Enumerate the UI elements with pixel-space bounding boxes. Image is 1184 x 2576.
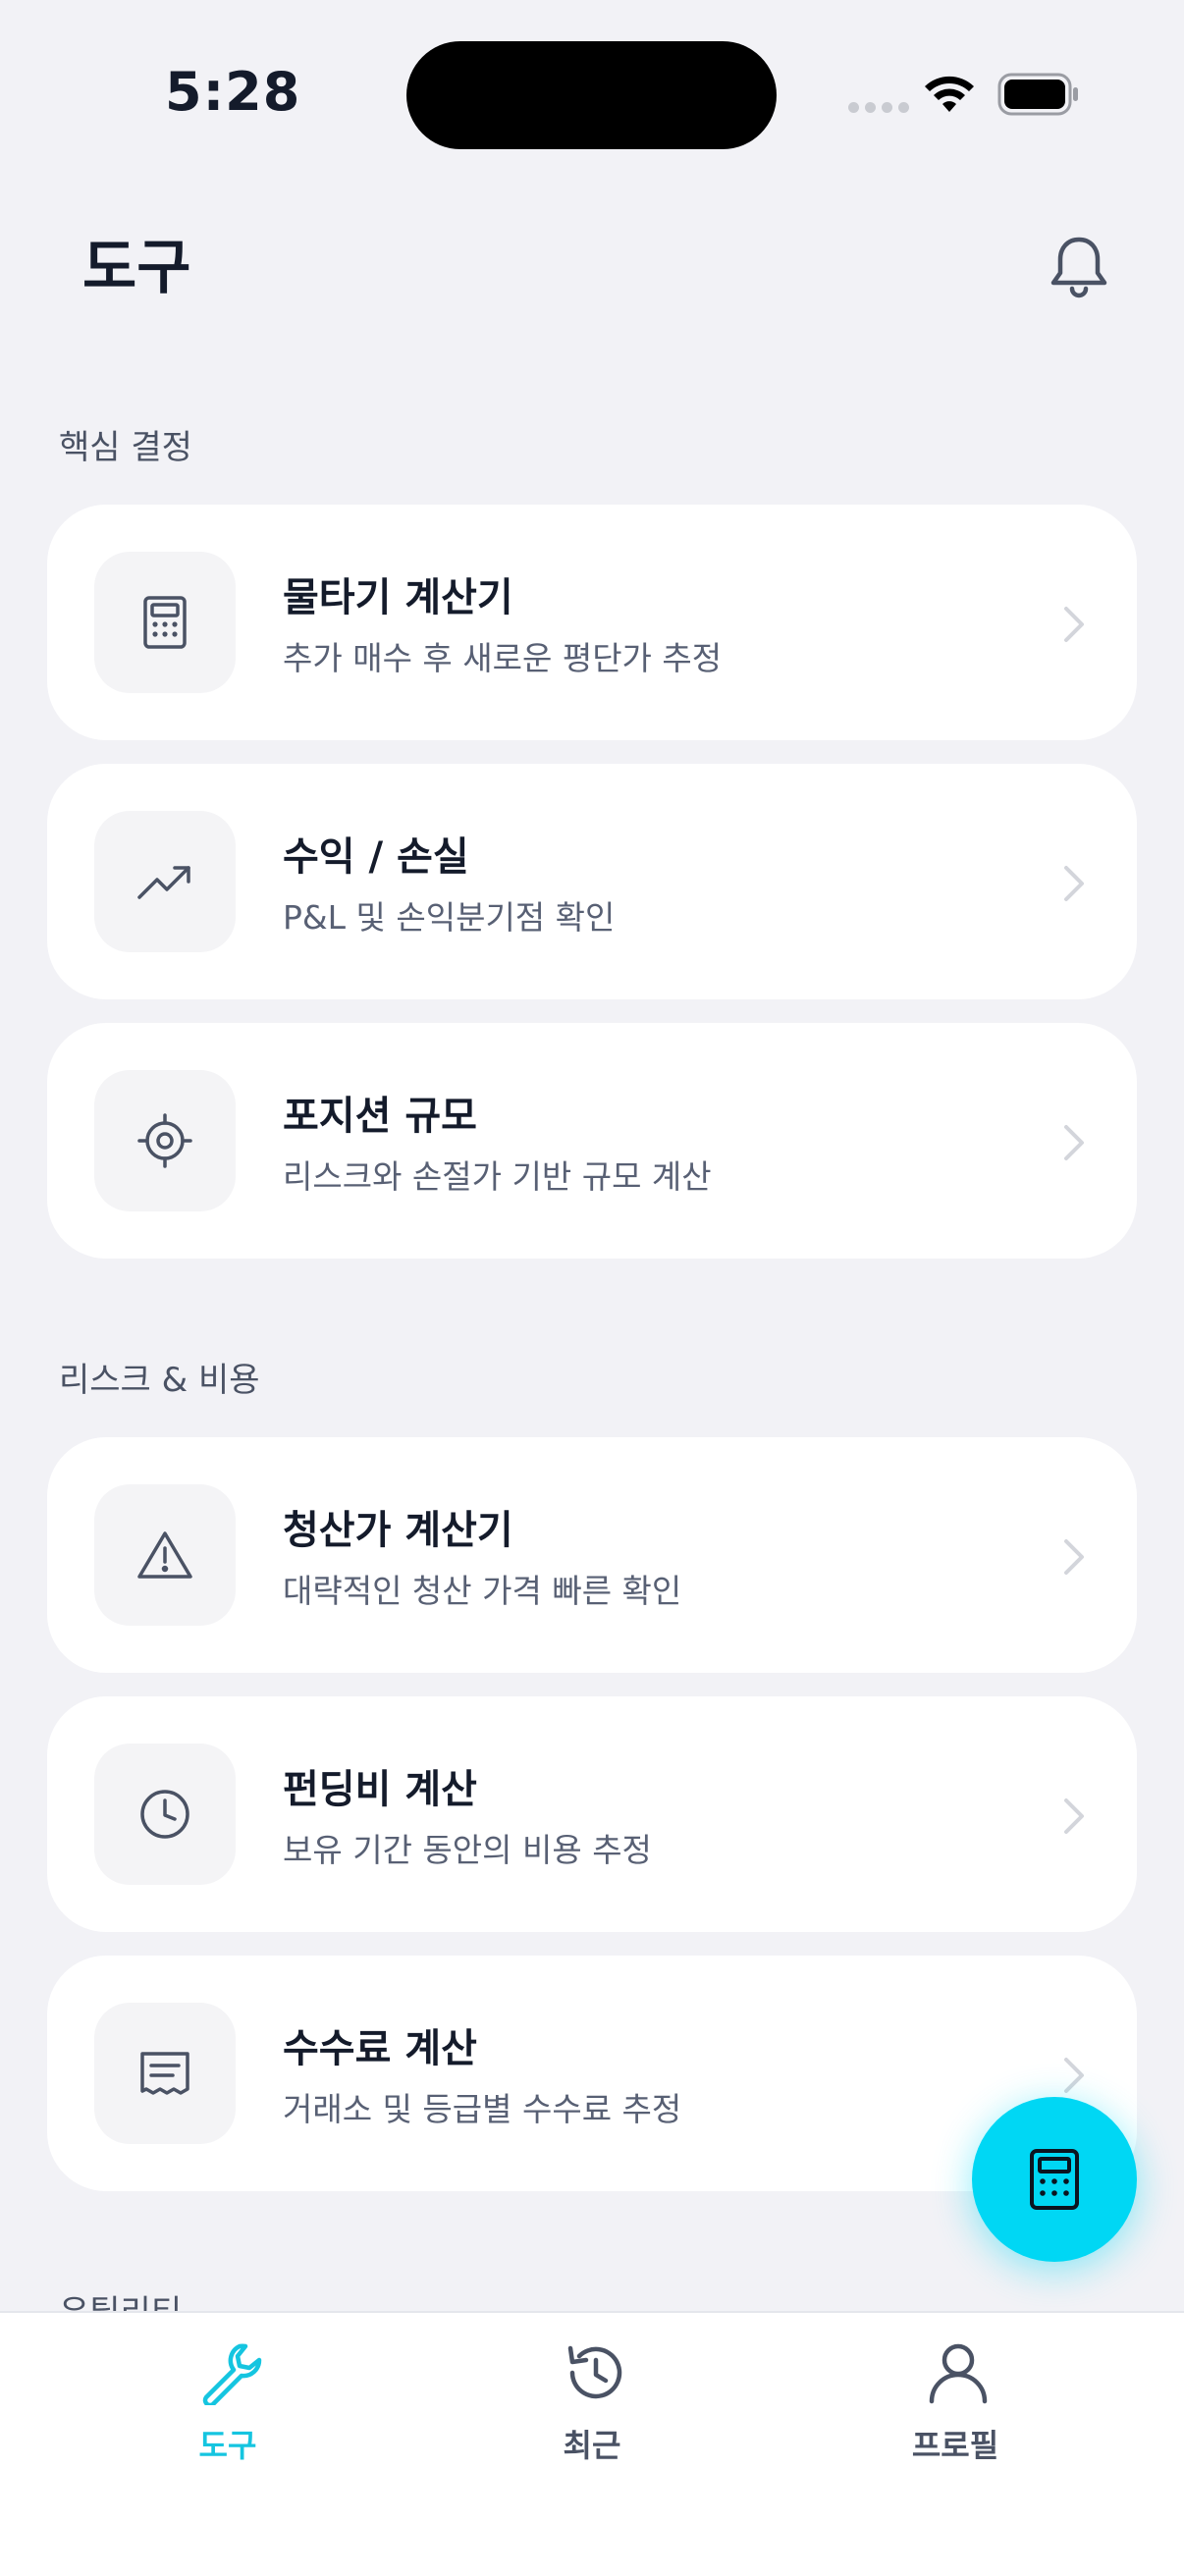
tool-title: 물타기 계산기 xyxy=(283,575,513,620)
tab-tools[interactable]: 도구 xyxy=(110,2340,346,2468)
trending-up-icon xyxy=(137,866,190,899)
tab-recent[interactable]: 최근 xyxy=(474,2340,710,2468)
tool-title: 수익 / 손실 xyxy=(283,834,469,880)
tool-subtitle: 거래소 및 등급별 수수료 추정 xyxy=(283,2090,682,2128)
wifi-icon xyxy=(925,76,974,112)
section-label-risk-cost: 리스크 & 비용 xyxy=(59,1361,260,1400)
tool-card-position-size[interactable]: 포지션 규모 리스크와 손절가 기반 규모 계산 xyxy=(47,1023,1137,1259)
chevron-right-icon xyxy=(1064,1539,1084,1575)
tool-card-profit-loss[interactable]: 수익 / 손실 P&L 및 손익분기점 확인 xyxy=(47,764,1137,999)
history-icon xyxy=(567,2345,622,2399)
tool-icon-box xyxy=(94,2003,236,2144)
chevron-right-icon xyxy=(1064,2058,1084,2093)
tool-icon-box xyxy=(94,552,236,693)
crosshair-icon xyxy=(137,1113,192,1168)
tool-subtitle: 대략적인 청산 가격 빠른 확인 xyxy=(283,1572,682,1610)
quick-calculator-fab[interactable] xyxy=(972,2097,1137,2262)
chevron-right-icon xyxy=(1064,1798,1084,1834)
tool-card-liquidation-calculator[interactable]: 청산가 계산기 대략적인 청산 가격 빠른 확인 xyxy=(47,1437,1137,1673)
tab-profile[interactable]: 프로필 xyxy=(837,2340,1073,2468)
status-time: 5:28 xyxy=(165,61,301,123)
tool-subtitle: 추가 매수 후 새로운 평단가 추정 xyxy=(283,639,723,677)
tool-card-funding-fee[interactable]: 펀딩비 계산 보유 기간 동안의 비용 추정 xyxy=(47,1696,1137,1932)
section-label-core: 핵심 결정 xyxy=(59,428,192,467)
cellular-signal-icon xyxy=(848,102,909,113)
user-icon xyxy=(929,2343,988,2404)
notification-bell-icon[interactable] xyxy=(1045,232,1113,300)
status-bar: 5:28 xyxy=(0,0,1184,177)
tool-subtitle: P&L 및 손익분기점 확인 xyxy=(283,898,616,937)
tool-icon-box xyxy=(94,1484,236,1626)
clock-icon xyxy=(140,1790,189,1839)
calculator-icon xyxy=(143,596,187,649)
tool-title: 포지션 규모 xyxy=(283,1094,477,1139)
tab-label: 도구 xyxy=(198,2427,257,2464)
chevron-right-icon xyxy=(1064,866,1084,901)
calculator-icon xyxy=(1030,2149,1079,2210)
page-title: 도구 xyxy=(82,234,191,302)
receipt-icon xyxy=(140,2052,189,2095)
warning-triangle-icon xyxy=(137,1531,192,1579)
tool-subtitle: 리스크와 손절가 기반 규모 계산 xyxy=(283,1157,712,1196)
tool-title: 펀딩비 계산 xyxy=(283,1767,477,1812)
tool-icon-box xyxy=(94,1070,236,1211)
wrench-icon xyxy=(202,2343,262,2405)
tool-title: 수수료 계산 xyxy=(283,2026,477,2071)
bottom-tab-bar: 도구 최근 프로필 xyxy=(0,2311,1184,2576)
tool-title: 청산가 계산기 xyxy=(283,1508,513,1553)
chevron-right-icon xyxy=(1064,607,1084,642)
tab-label: 최근 xyxy=(563,2427,621,2464)
tool-icon-box xyxy=(94,1744,236,1885)
tool-icon-box xyxy=(94,811,236,952)
tab-label: 프로필 xyxy=(911,2427,999,2464)
chevron-right-icon xyxy=(1064,1125,1084,1160)
tool-card-averaging-calculator[interactable]: 물타기 계산기 추가 매수 후 새로운 평단가 추정 xyxy=(47,505,1137,740)
dynamic-island xyxy=(406,41,777,149)
tool-card-trading-fee[interactable]: 수수료 계산 거래소 및 등급별 수수료 추정 xyxy=(47,1956,1137,2191)
tool-subtitle: 보유 기간 동안의 비용 추정 xyxy=(283,1831,652,1869)
battery-icon xyxy=(997,73,1078,116)
